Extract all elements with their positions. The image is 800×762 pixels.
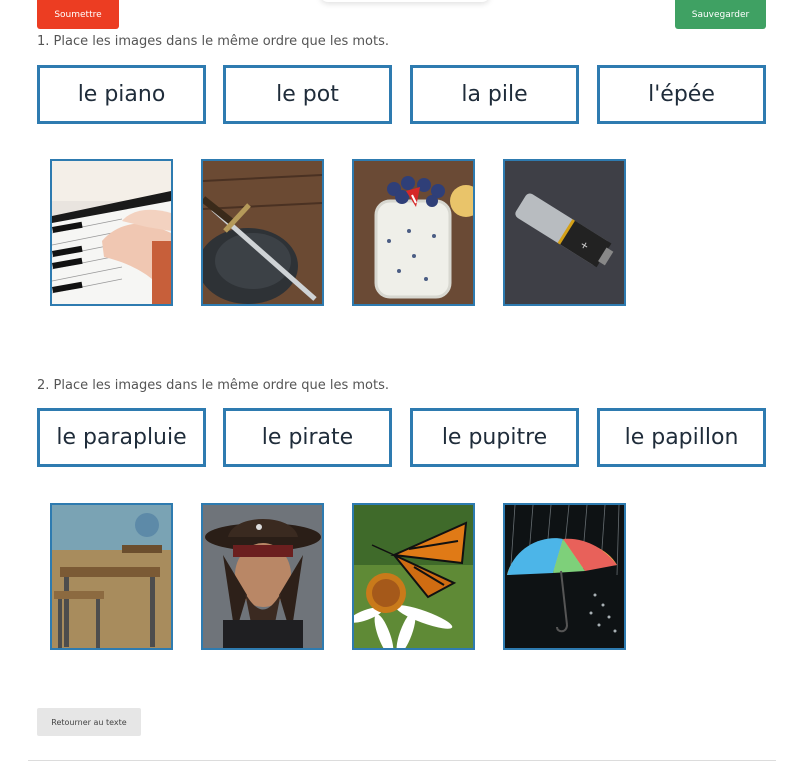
top-tab-shadow	[320, 0, 490, 2]
submit-button[interactable]: Soumettre	[37, 0, 119, 29]
word-card-pirate[interactable]: le pirate	[223, 408, 392, 467]
yogurt-jar-image[interactable]	[352, 159, 475, 306]
word-card-pot[interactable]: le pot	[223, 65, 392, 124]
exercise-1-images: +	[50, 159, 630, 306]
exercise-1-instruction: 1. Place les images dans le même ordre q…	[37, 34, 389, 49]
word-card-papillon[interactable]: le papillon	[597, 408, 766, 467]
exercise-2-instruction: 2. Place les images dans le même ordre q…	[37, 378, 389, 393]
desk-image[interactable]	[50, 503, 173, 650]
back-to-text-button[interactable]: Retourner au texte	[37, 708, 141, 736]
sword-image[interactable]	[201, 159, 324, 306]
exercise-1-words: le piano le pot la pile l'épée	[37, 65, 766, 124]
butterfly-image[interactable]	[352, 503, 475, 650]
word-card-parapluie[interactable]: le parapluie	[37, 408, 206, 467]
exercise-2-images	[50, 503, 630, 650]
word-card-piano[interactable]: le piano	[37, 65, 206, 124]
word-card-pile[interactable]: la pile	[410, 65, 579, 124]
piano-image[interactable]	[50, 159, 173, 306]
save-button[interactable]: Sauvegarder	[675, 0, 766, 29]
exercise-2-words: le parapluie le pirate le pupitre le pap…	[37, 408, 766, 467]
battery-image[interactable]: +	[503, 159, 626, 306]
footer-divider	[28, 760, 776, 761]
umbrella-image[interactable]	[503, 503, 626, 650]
word-card-epee[interactable]: l'épée	[597, 65, 766, 124]
pirate-image[interactable]	[201, 503, 324, 650]
word-card-pupitre[interactable]: le pupitre	[410, 408, 579, 467]
